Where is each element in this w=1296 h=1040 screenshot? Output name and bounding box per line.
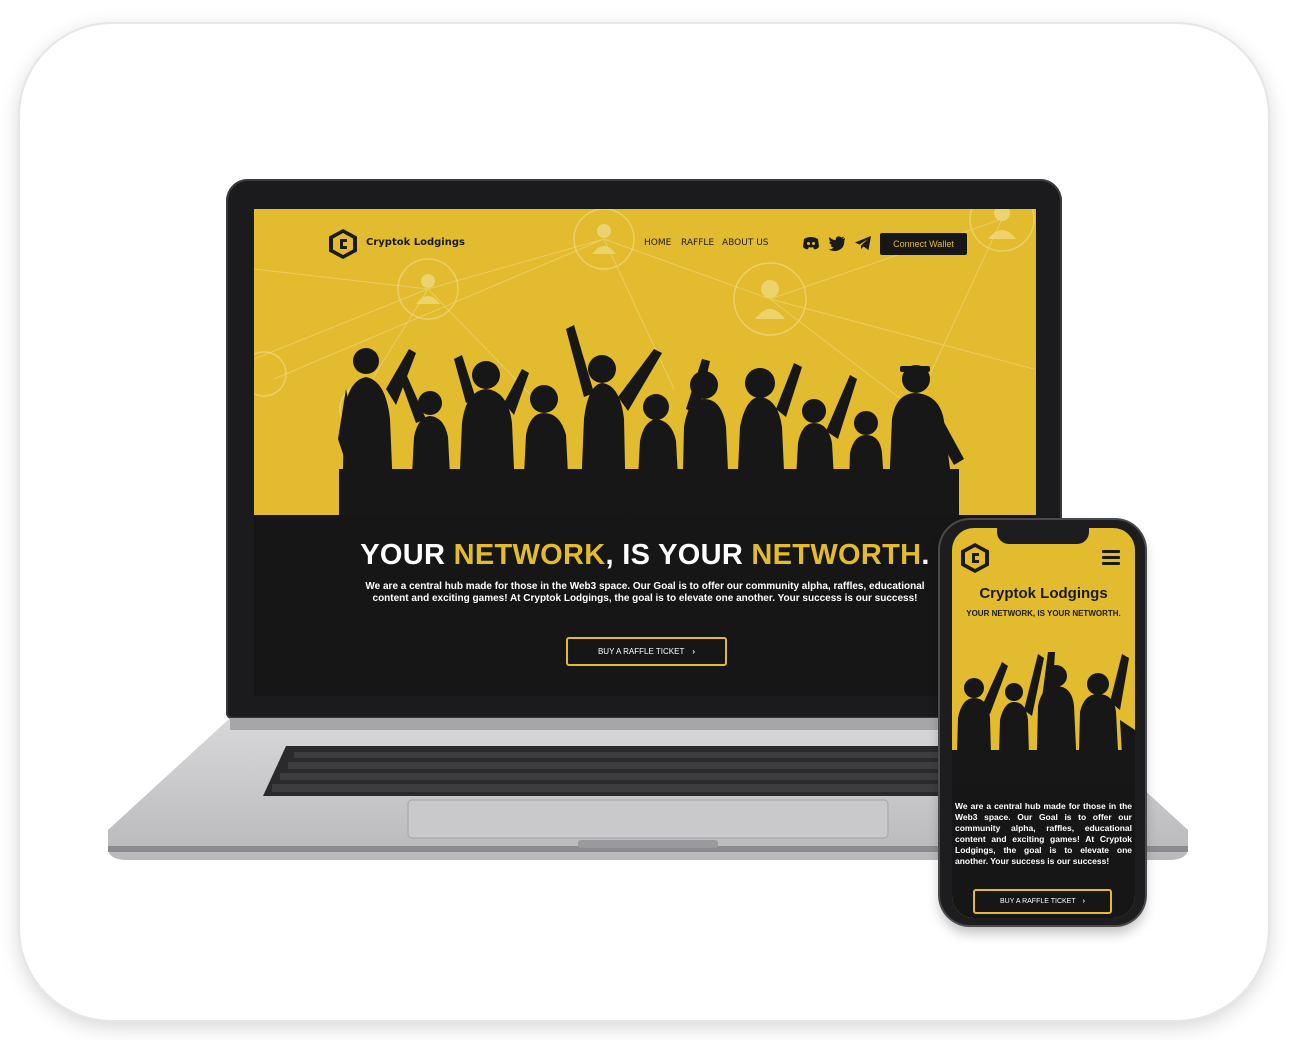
mobile-buy-raffle-ticket-button[interactable]: BUY A RAFFLE TICKET › xyxy=(973,889,1112,914)
headline-highlight: NETWORK xyxy=(453,539,606,571)
brand-logo-icon[interactable] xyxy=(328,228,358,260)
top-navigation: Cryptok Lodgings HOME RAFFLE ABOUT US Co… xyxy=(254,209,1036,279)
phone-screen: Cryptok Lodgings YOUR NETWORK, IS YOUR N… xyxy=(952,528,1135,918)
telegram-icon[interactable] xyxy=(854,235,872,251)
phone-notch xyxy=(997,528,1089,544)
button-label: BUY A RAFFLE TICKET xyxy=(1000,898,1076,905)
crowd-silhouette xyxy=(338,325,964,515)
brand-name[interactable]: Cryptok Lodgings xyxy=(366,237,465,248)
chevron-right-icon: › xyxy=(692,647,696,656)
headline-part: . xyxy=(921,539,930,571)
nav-raffle-link[interactable]: RAFFLE xyxy=(681,238,714,248)
brand-logo-icon[interactable] xyxy=(960,542,990,574)
button-label: BUY A RAFFLE TICKET xyxy=(597,647,685,656)
hero-description: We are a central hub made for those in t… xyxy=(365,581,925,604)
hamburger-icon[interactable] xyxy=(1102,550,1120,566)
discord-icon[interactable] xyxy=(802,235,820,251)
headline-part: YOUR xyxy=(360,539,454,571)
laptop-screen: Cryptok Lodgings HOME RAFFLE ABOUT US Co… xyxy=(254,209,1036,696)
twitter-icon[interactable] xyxy=(828,235,846,251)
nav-about-link[interactable]: ABOUT US xyxy=(722,238,769,248)
hero-banner: Cryptok Lodgings HOME RAFFLE ABOUT US Co… xyxy=(254,209,1036,515)
mobile-title: Cryptok Lodgings xyxy=(979,585,1108,602)
buy-raffle-ticket-button[interactable]: BUY A RAFFLE TICKET › xyxy=(566,637,727,666)
hero-headline: YOUR NETWORK, IS YOUR NETWORTH. xyxy=(254,539,1036,572)
nav-home-link[interactable]: HOME xyxy=(644,238,671,248)
chevron-right-icon: › xyxy=(1082,898,1085,905)
crowd-silhouette xyxy=(952,652,1135,790)
headline-highlight: NETWORTH xyxy=(751,539,922,571)
connect-wallet-button[interactable]: Connect Wallet xyxy=(880,233,967,255)
mobile-tagline: YOUR NETWORK, IS YOUR NETWORTH. xyxy=(966,609,1121,618)
mobile-description: We are a central hub made for those in t… xyxy=(955,801,1132,866)
headline-part: , IS YOUR xyxy=(605,539,752,571)
